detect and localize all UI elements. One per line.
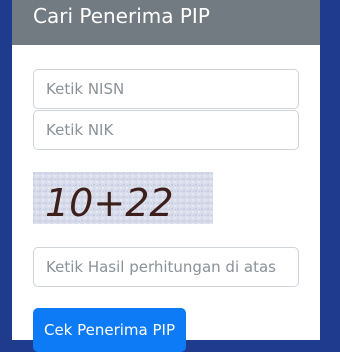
check-recipient-button[interactable]: Cek Penerima PIP: [33, 308, 186, 352]
card-header: Cari Penerima PIP: [12, 0, 320, 45]
captcha-image: 10+22: [33, 172, 213, 224]
nik-input[interactable]: [33, 110, 299, 150]
captcha-answer-input[interactable]: [33, 247, 299, 287]
search-card: Cari Penerima PIP 10+22 Cek Penerima PIP: [12, 0, 320, 352]
captcha-text: 10+22: [45, 181, 174, 224]
page-title: Cari Penerima PIP: [33, 4, 210, 28]
nisn-input[interactable]: [33, 69, 299, 109]
